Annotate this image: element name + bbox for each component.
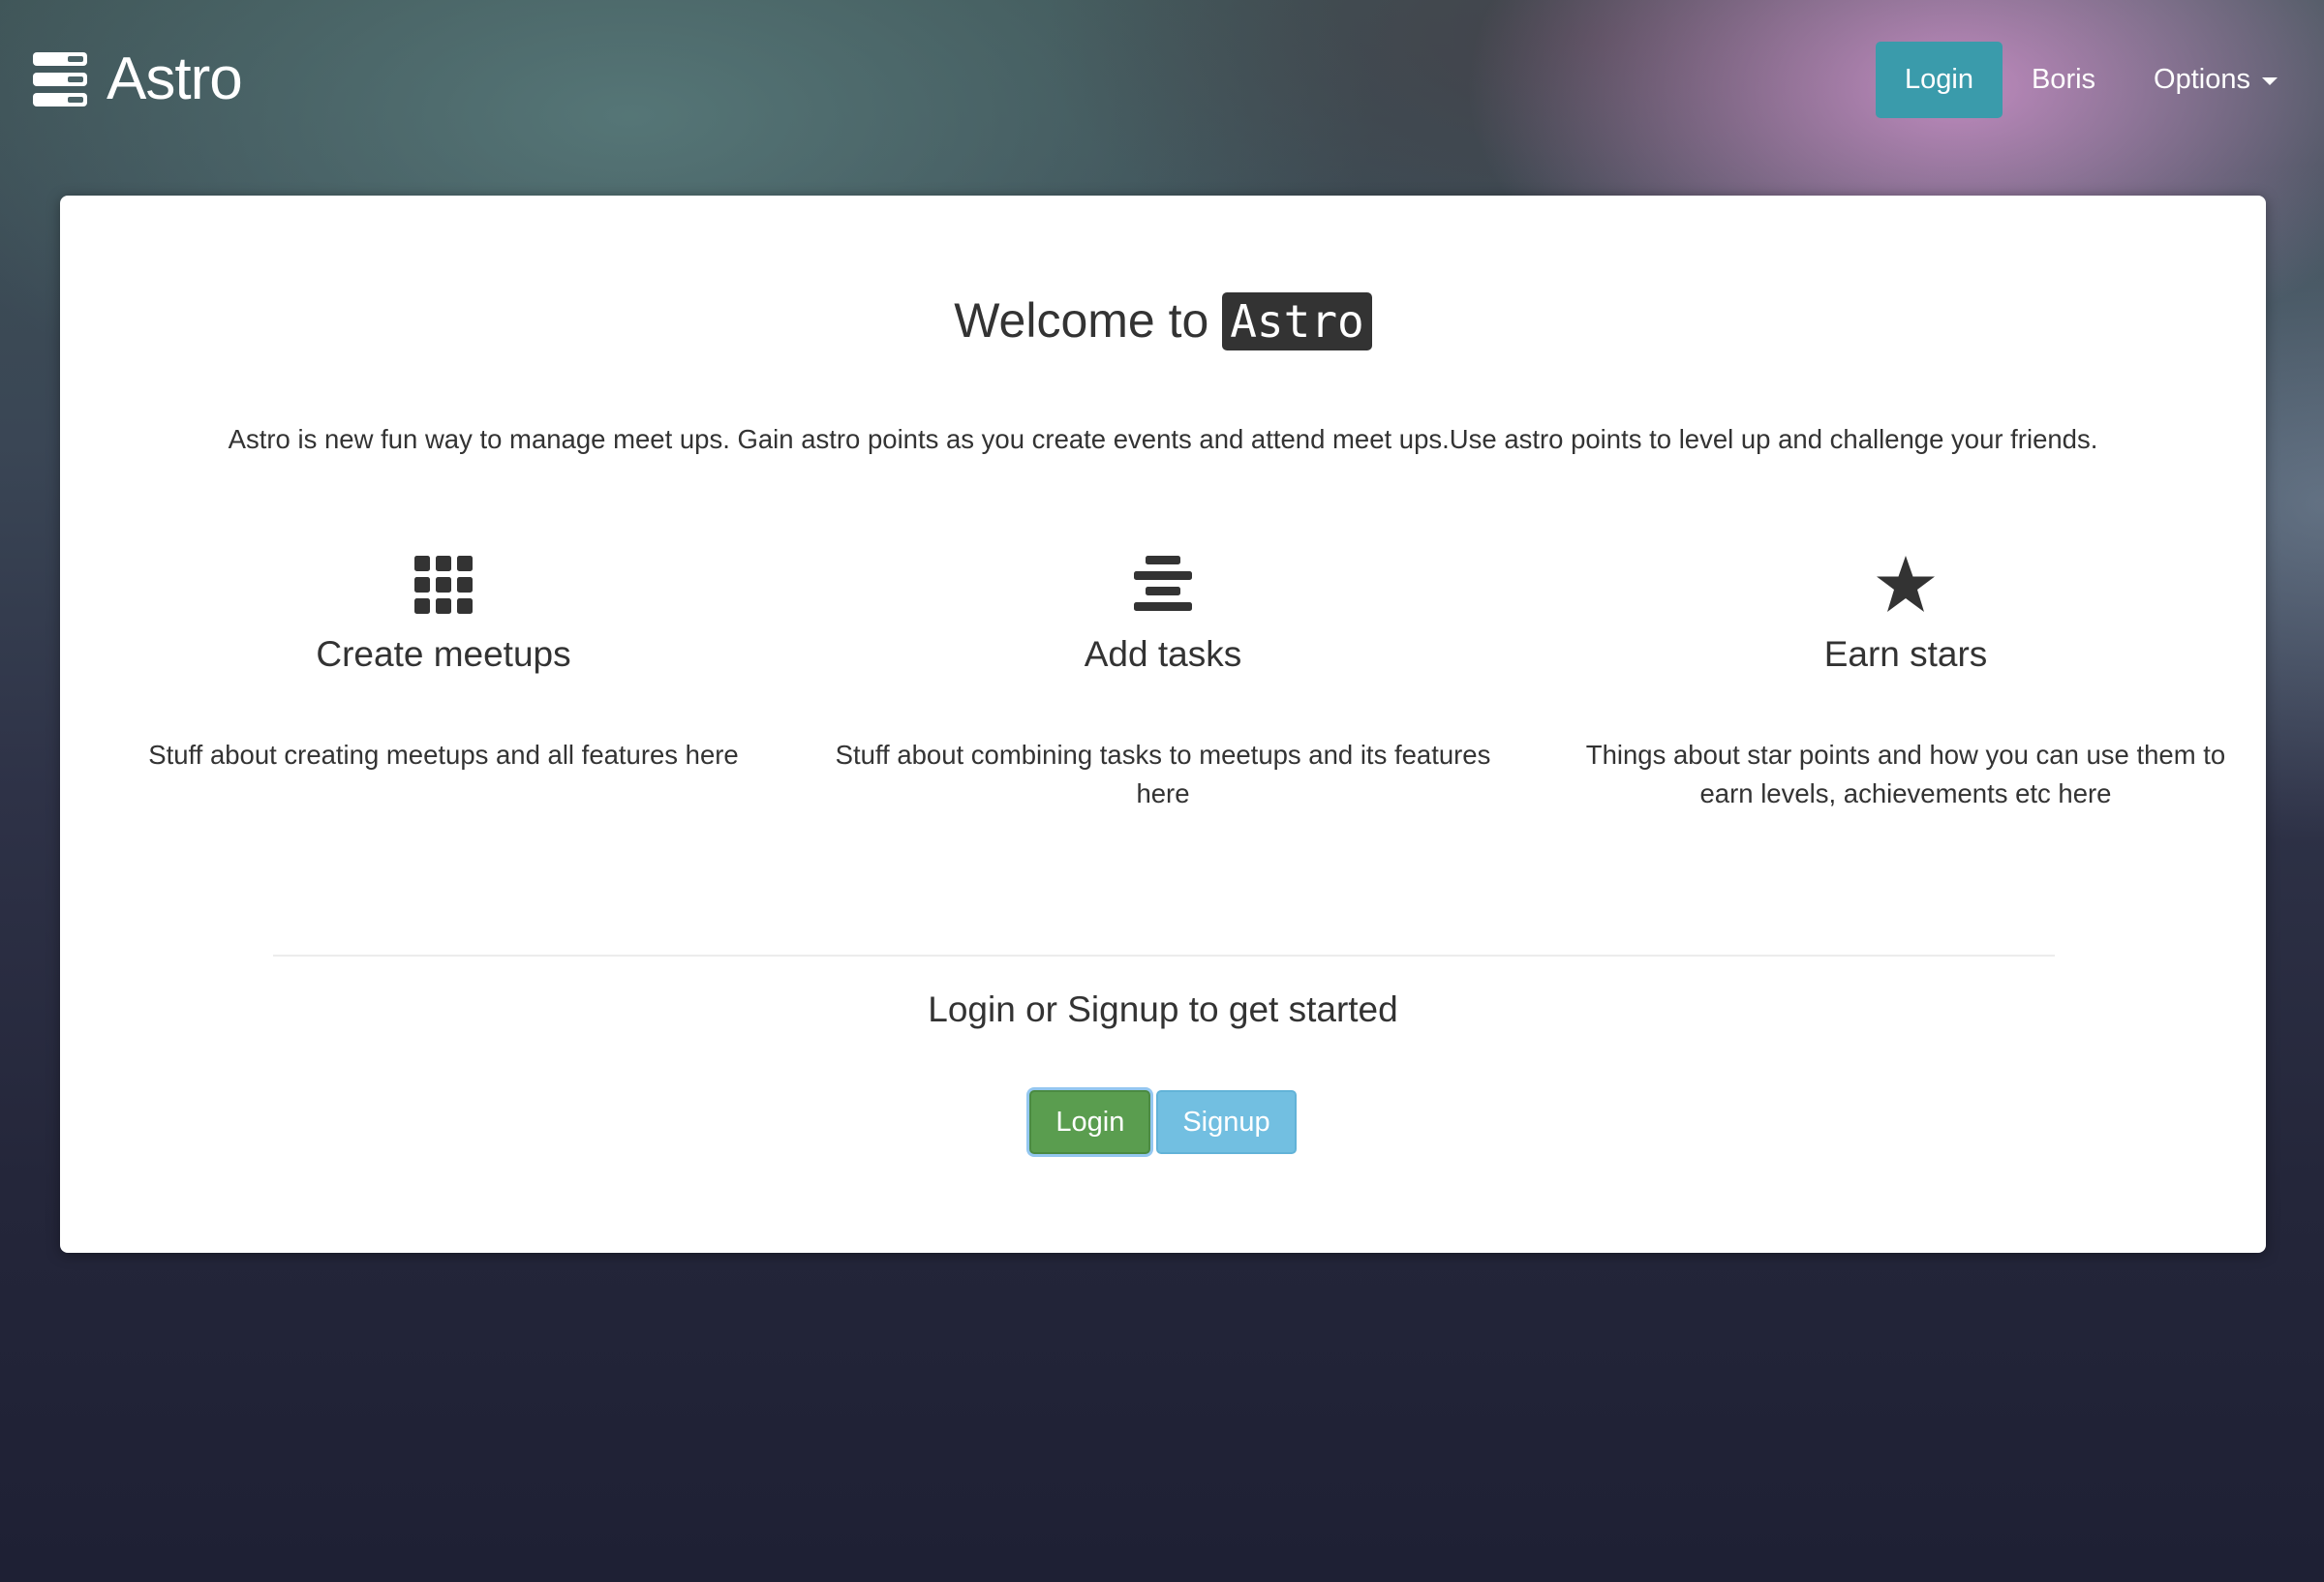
- brand-name: Astro: [107, 46, 243, 112]
- options-dropdown[interactable]: Options: [2125, 42, 2307, 118]
- feature-earn-stars: Earn stars Things about star points and …: [1557, 554, 2254, 813]
- feature-description: Things about star points and how you can…: [1585, 740, 2226, 808]
- page-title: Welcome to Astro: [60, 289, 2266, 352]
- welcome-prefix: Welcome to: [954, 293, 1209, 348]
- feature-title: Add tasks: [1084, 634, 1242, 674]
- divider: [273, 955, 2055, 957]
- intro-text: Astro is new fun way to manage meet ups.…: [228, 424, 2098, 454]
- brand-link[interactable]: Astro: [31, 37, 243, 122]
- feature-description: Stuff about combining tasks to meetups a…: [835, 740, 1491, 808]
- login-button[interactable]: Login: [1029, 1090, 1151, 1154]
- feature-title: Earn stars: [1823, 634, 1988, 674]
- grid-icon: [414, 556, 473, 614]
- cta-button-group: Login Signup: [60, 1090, 2266, 1154]
- align-center-icon: [1134, 556, 1192, 611]
- nav-user-link[interactable]: Boris: [2003, 42, 2125, 118]
- signup-button[interactable]: Signup: [1156, 1090, 1297, 1154]
- navbar: Astro Login Boris Options: [0, 0, 2324, 155]
- feature-title: Create meetups: [316, 634, 571, 674]
- navbar-right: Login Boris Options: [1876, 42, 2307, 118]
- stacked-bars-icon: [33, 52, 87, 106]
- feature-create-meetups: Create meetups Stuff about creating meet…: [95, 554, 792, 775]
- nav-login-button[interactable]: Login: [1876, 42, 2003, 118]
- feature-description: Stuff about creating meetups and all fea…: [148, 740, 739, 770]
- cta-heading: Login or Signup to get started: [928, 989, 1398, 1029]
- feature-add-tasks: Add tasks Stuff about combining tasks to…: [814, 554, 1512, 813]
- welcome-code-brand: Astro: [1222, 291, 1372, 350]
- caret-down-icon: [2262, 77, 2278, 85]
- options-label: Options: [2154, 64, 2250, 95]
- star-icon: [1877, 556, 1935, 612]
- welcome-card: Welcome to Astro Astro is new fun way to…: [60, 196, 2266, 1253]
